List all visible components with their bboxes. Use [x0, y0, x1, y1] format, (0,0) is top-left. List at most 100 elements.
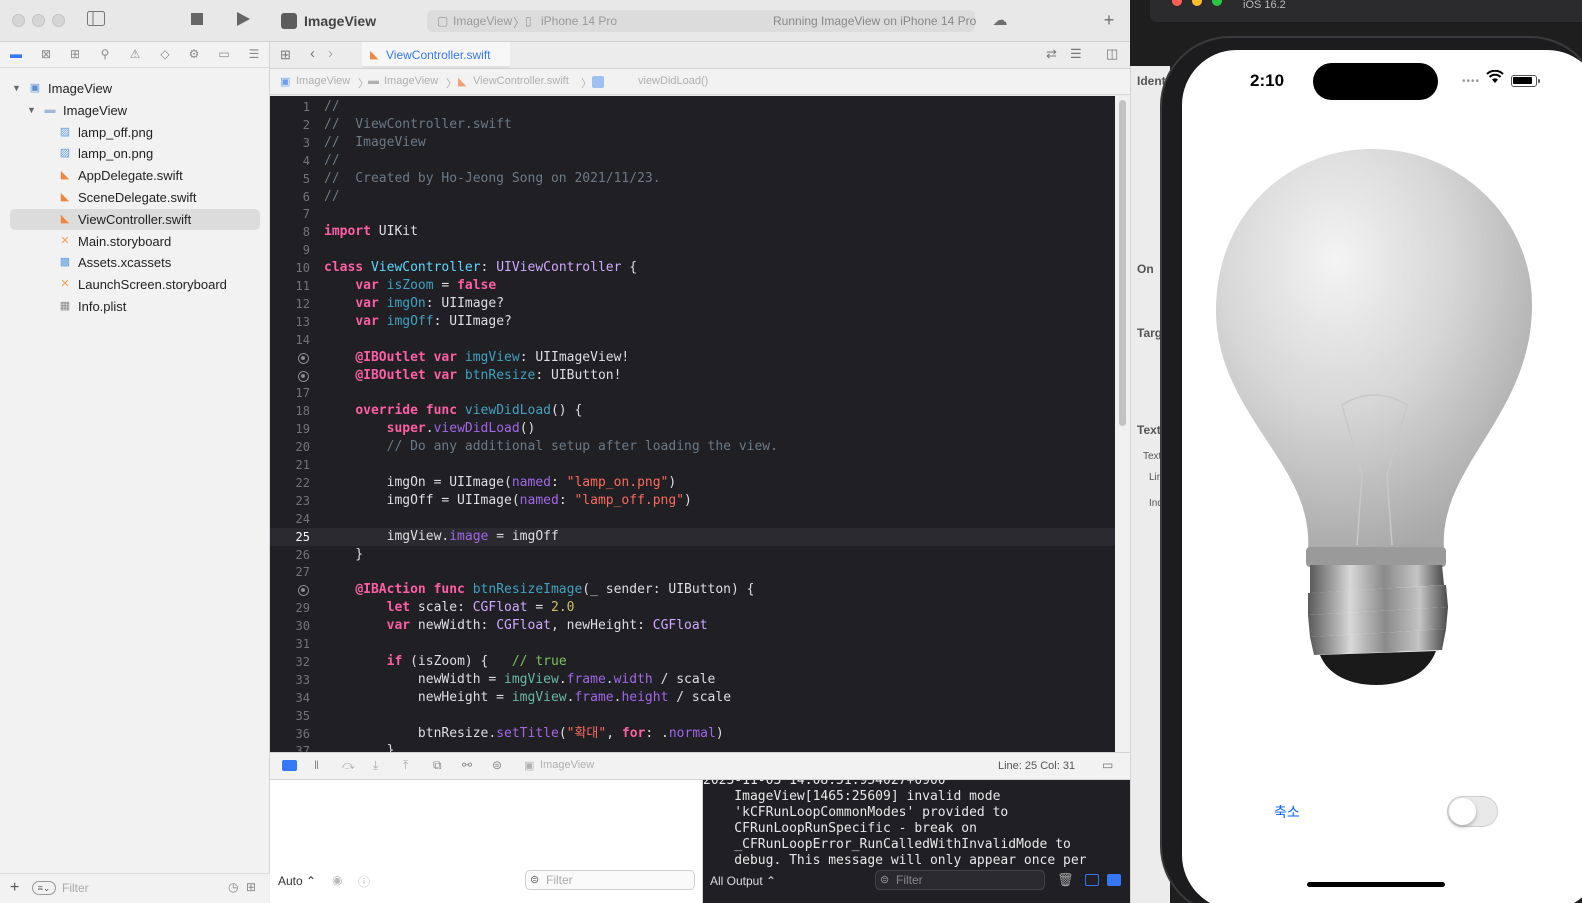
file-tree-item[interactable]: ▼ ▣ ImageView — [0, 78, 270, 99]
code-editor[interactable]: 1 // 2 // ViewController.swift 3 // ImageView… — [270, 96, 1115, 752]
file-tree-item[interactable]: ▨ lamp_on.png — [0, 143, 270, 164]
add-file-icon[interactable]: + — [10, 879, 19, 897]
line-number[interactable]: 9 — [270, 241, 310, 259]
file-tree-item[interactable]: ▦ Info.plist — [0, 296, 270, 317]
folder-icon[interactable]: ▬ — [8, 46, 24, 62]
code-line[interactable]: 14 — [270, 331, 1115, 349]
line-number[interactable]: 12 — [270, 295, 310, 313]
hide-debug-area-icon[interactable]: ▭ — [1102, 758, 1113, 772]
breakpoint-icon[interactable]: ▭ — [216, 46, 232, 62]
disclosure-triangle-icon[interactable]: ▼ — [12, 78, 22, 99]
pause-icon[interactable]: ‖ — [314, 758, 319, 772]
outlet-connection-icon[interactable] — [298, 585, 309, 597]
outlet-connection-icon[interactable] — [298, 370, 309, 382]
line-number[interactable]: 20 — [270, 438, 310, 456]
related-items-icon[interactable]: ⇄ — [1046, 46, 1057, 62]
sim-minimize-button[interactable] — [1192, 0, 1202, 6]
sim-zoom-button[interactable] — [1212, 0, 1222, 6]
line-number[interactable]: 30 — [270, 617, 310, 635]
code-line[interactable]: 12 var imgOn: UIImage? — [270, 295, 1115, 313]
code-line[interactable]: 4 // — [270, 152, 1115, 170]
code-line[interactable]: 23 imgOff = UIImage(named: "lamp_off.png… — [270, 492, 1115, 510]
code-line[interactable]: 19 super.viewDidLoad() — [270, 420, 1115, 438]
split-editor-icon[interactable]: ◫ — [1106, 46, 1118, 62]
line-number[interactable]: 18 — [270, 402, 310, 420]
jump-bar-item[interactable]: ViewController.swift — [473, 75, 569, 87]
line-number[interactable]: 29 — [270, 599, 310, 617]
line-number[interactable]: 31 — [270, 635, 310, 653]
code-line[interactable]: 32 if (isZoom) { // true — [270, 653, 1115, 671]
code-line[interactable]: 20 // Do any additional setup after load… — [270, 438, 1115, 456]
editor-scrollbar[interactable] — [1115, 96, 1130, 752]
report-icon[interactable]: ☰ — [246, 46, 262, 62]
stop-icon[interactable] — [189, 12, 205, 32]
line-number[interactable]: 10 — [270, 259, 310, 277]
close-window-button[interactable] — [12, 14, 25, 27]
lamp-toggle-switch[interactable] — [1447, 796, 1498, 827]
memory-graph-icon[interactable]: ⚯ — [462, 758, 472, 772]
line-number[interactable]: 8 — [270, 223, 310, 241]
file-tree-item[interactable]: ◣ ViewController.swift — [10, 208, 260, 230]
line-number[interactable]: 19 — [270, 420, 310, 438]
minimize-window-button[interactable] — [32, 14, 45, 27]
search-icon[interactable]: ⚲ — [97, 46, 113, 62]
line-number[interactable]: 1 — [270, 98, 310, 116]
view-hierarchy-icon[interactable]: ⧉ — [433, 758, 442, 773]
code-line[interactable]: 25 imgView.image = imgOff — [270, 527, 1115, 546]
file-tree-item[interactable]: ✕ Main.storyboard — [0, 231, 270, 252]
source-control-icon[interactable]: ⊠ — [38, 46, 54, 62]
jump-bar-item[interactable]: ImageView — [384, 75, 438, 87]
step-into-icon[interactable]: ⤓ — [373, 758, 378, 773]
line-number[interactable]: 22 — [270, 474, 310, 492]
line-number[interactable]: 6 — [270, 188, 310, 206]
scheme-device[interactable]: iPhone 14 Pro — [541, 14, 617, 28]
file-tree-item[interactable]: ▼ ▬ ImageView — [0, 100, 270, 121]
line-number[interactable]: 11 — [270, 277, 310, 295]
line-number[interactable]: 37 — [270, 742, 310, 752]
back-icon[interactable]: ‹ — [310, 45, 315, 62]
code-line[interactable]: 24 — [270, 510, 1115, 528]
code-line[interactable]: 2 // ViewController.swift — [270, 116, 1115, 134]
code-line[interactable]: 18 override func viewDidLoad() { — [270, 402, 1115, 420]
code-line[interactable]: 27 — [270, 563, 1115, 581]
scrollbar-thumb[interactable] — [1119, 100, 1126, 426]
step-over-icon[interactable]: ⤼ — [342, 758, 355, 773]
resize-button[interactable]: 축소 — [1274, 802, 1300, 822]
navigator-filter-input[interactable]: Filter — [62, 881, 89, 895]
eye-icon[interactable]: ◉ — [332, 873, 342, 887]
line-number[interactable]: 32 — [270, 653, 310, 671]
line-number[interactable]: 2 — [270, 116, 310, 134]
code-line[interactable]: @IBOutlet var btnResize: UIButton! — [270, 367, 1115, 385]
line-number[interactable]: 35 — [270, 707, 310, 725]
code-line[interactable]: @IBAction func btnResizeImage(_ sender: … — [270, 581, 1115, 599]
code-line[interactable]: 37 } — [270, 742, 1115, 752]
line-number[interactable]: 5 — [270, 170, 310, 188]
line-number[interactable]: 33 — [270, 671, 310, 689]
code-line[interactable]: 8 import UIKit — [270, 223, 1115, 241]
breakpoints-toggle-icon[interactable] — [282, 760, 297, 771]
line-number[interactable]: 17 — [270, 384, 310, 402]
variables-filter-input[interactable]: ⊜ Filter — [525, 870, 695, 890]
code-line[interactable]: 9 — [270, 241, 1115, 259]
line-number[interactable]: 13 — [270, 313, 310, 331]
issue-icon[interactable]: ⚠ — [127, 46, 143, 62]
line-number[interactable]: 34 — [270, 689, 310, 707]
line-number[interactable]: 4 — [270, 152, 310, 170]
file-tree-item[interactable]: ◣ AppDelegate.swift — [0, 165, 270, 186]
jump-bar-item[interactable]: ImageView — [296, 75, 350, 87]
code-line[interactable]: 33 newWidth = imgView.frame.width / scal… — [270, 671, 1115, 689]
info-icon[interactable]: ⓘ — [358, 873, 370, 890]
sim-close-button[interactable] — [1172, 0, 1182, 6]
code-line[interactable]: 1 // — [270, 98, 1115, 116]
line-number[interactable]: 7 — [270, 205, 310, 223]
add-icon[interactable]: + — [1100, 10, 1118, 30]
code-line[interactable]: 34 newHeight = imgView.frame.height / sc… — [270, 689, 1115, 707]
file-tree-item[interactable]: ✕ LaunchScreen.storyboard — [0, 274, 270, 295]
outlet-connection-icon[interactable] — [298, 352, 309, 364]
code-line[interactable]: 29 let scale: CGFloat = 2.0 — [270, 599, 1115, 617]
line-number[interactable]: 36 — [270, 725, 310, 743]
environment-icon[interactable]: ⊜ — [492, 758, 502, 772]
line-number[interactable]: 25 — [270, 528, 310, 546]
line-number[interactable]: 3 — [270, 134, 310, 152]
code-line[interactable]: 5 // Created by Ho-Jeong Song on 2021/11/… — [270, 170, 1115, 188]
